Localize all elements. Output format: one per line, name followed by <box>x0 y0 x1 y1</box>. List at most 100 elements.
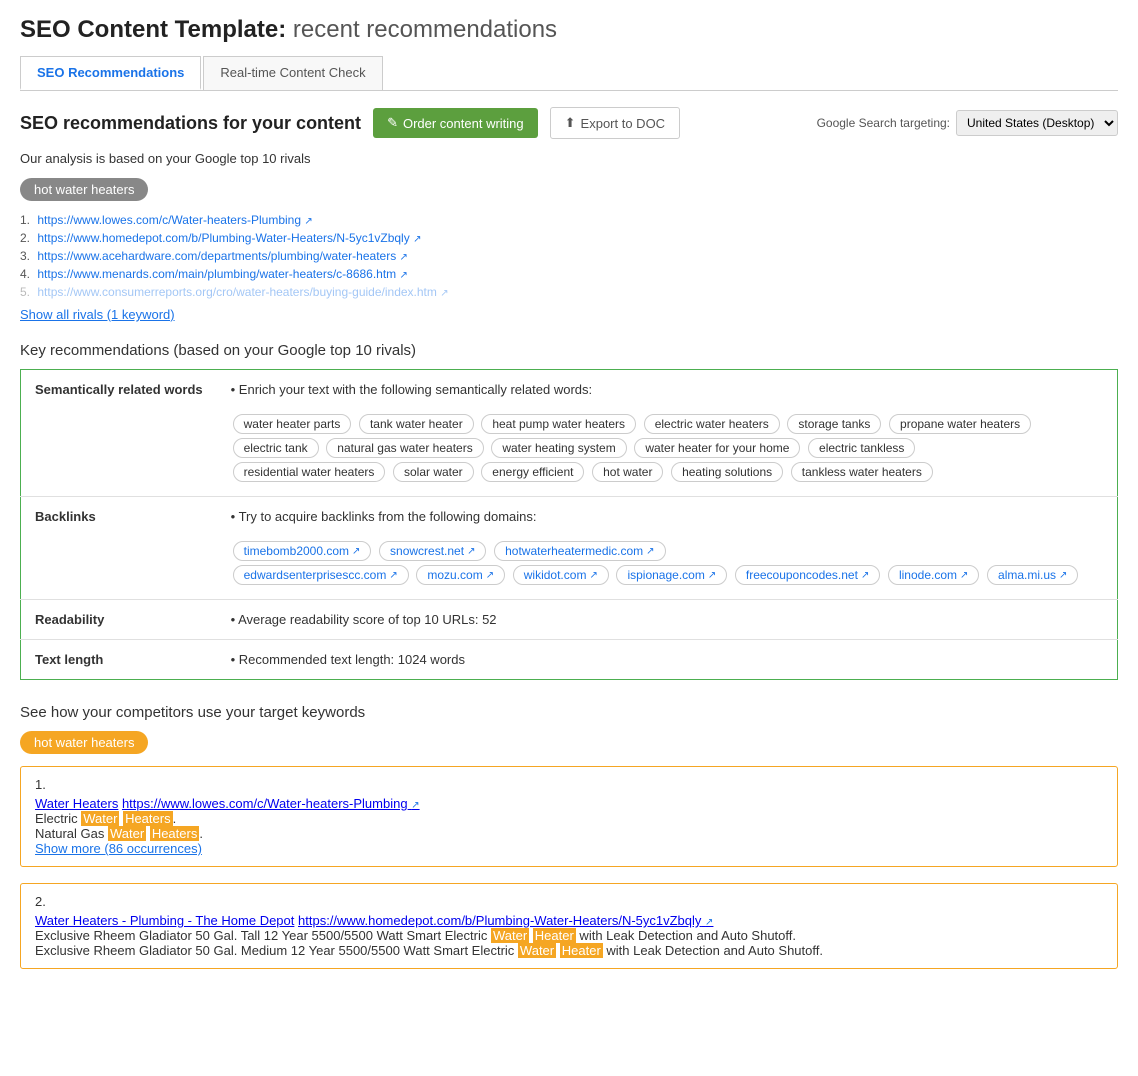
external-link-icon: ↗ <box>400 252 408 263</box>
highlight: Water <box>81 811 119 826</box>
bullet-textlength: • Recommended text length: 1024 words <box>231 652 465 667</box>
tag: tank water heater <box>359 414 474 434</box>
competitor-url-1[interactable]: https://www.lowes.com/c/Water-heaters-Pl… <box>122 796 420 811</box>
external-link-icon: ↗ <box>413 234 421 245</box>
row-label-backlinks: Backlinks <box>21 497 217 600</box>
table-row-readability: Readability • Average readability score … <box>21 600 1118 640</box>
external-link-icon: ↗ <box>589 570 597 581</box>
key-recommendations-title: Key recommendations (based on your Googl… <box>20 342 1118 359</box>
google-targeting-select[interactable]: United States (Desktop) <box>956 110 1118 136</box>
highlight: Heaters <box>123 811 173 826</box>
competitor-url-2[interactable]: https://www.homedepot.com/b/Plumbing-Wat… <box>298 913 713 928</box>
tag: heat pump water heaters <box>481 414 636 434</box>
competitors-section: See how your competitors use your target… <box>20 704 1118 969</box>
tag: electric tankless <box>808 438 915 458</box>
domain-link[interactable]: timebomb2000.com ↗ <box>233 541 372 561</box>
tabs-container: SEO Recommendations Real-time Content Ch… <box>20 56 1118 91</box>
external-link-icon: ↗ <box>708 570 716 581</box>
row-label-semantically: Semantically related words <box>21 370 217 497</box>
recommendations-section: Key recommendations (based on your Googl… <box>20 342 1118 680</box>
tag: electric water heaters <box>644 414 780 434</box>
tab-seo-recommendations[interactable]: SEO Recommendations <box>20 56 201 90</box>
external-link-icon: ↗ <box>352 546 360 557</box>
tag: solar water <box>393 462 474 482</box>
external-link-icon: ↗ <box>1059 570 1067 581</box>
rival-num: 3. <box>20 249 30 263</box>
export-to-doc-button[interactable]: ⬆ Export to DOC <box>550 107 680 139</box>
tab-realtime-check[interactable]: Real-time Content Check <box>203 56 382 90</box>
highlight: Heaters <box>150 826 200 841</box>
bullet-backlinks: • Try to acquire backlinks from the foll… <box>231 509 537 524</box>
external-link-icon: ↗ <box>646 546 654 557</box>
highlight: Heater <box>560 943 603 958</box>
rival-link[interactable]: https://www.menards.com/main/plumbing/wa… <box>37 267 396 281</box>
competitor-title-2[interactable]: Water Heaters - Plumbing - The Home Depo… <box>35 913 294 928</box>
tag: storage tanks <box>787 414 881 434</box>
rival-item: 2. https://www.homedepot.com/b/Plumbing-… <box>20 231 1118 245</box>
page-title: SEO Content Template: recent recommendat… <box>20 16 1118 44</box>
recommendations-table: Semantically related words • Enrich your… <box>20 369 1118 680</box>
external-link-icon: ↗ <box>400 270 408 281</box>
rival-item: 1. https://www.lowes.com/c/Water-heaters… <box>20 213 1118 227</box>
domain-link[interactable]: hotwaterheatermedic.com ↗ <box>494 541 665 561</box>
domain-link[interactable]: linode.com ↗ <box>888 565 979 585</box>
tag: propane water heaters <box>889 414 1031 434</box>
show-more-link-1[interactable]: Show more (86 occurrences) <box>35 841 202 856</box>
table-row-backlinks: Backlinks • Try to acquire backlinks fro… <box>21 497 1118 600</box>
external-link-icon: ↗ <box>486 570 494 581</box>
order-content-writing-button[interactable]: ✎ Order content writing <box>373 108 538 138</box>
external-link-icon: ↗ <box>960 570 968 581</box>
google-targeting: Google Search targeting: United States (… <box>817 110 1118 136</box>
external-link-icon: ↗ <box>389 570 397 581</box>
competitor-item-2: 2. Water Heaters - Plumbing - The Home D… <box>21 884 1117 968</box>
highlight: Water <box>491 928 529 943</box>
competitor-content-2: Exclusive Rheem Gladiator 50 Gal. Tall 1… <box>35 928 1103 958</box>
domain-link[interactable]: ispionage.com ↗ <box>616 565 727 585</box>
bullet-semantically: • Enrich your text with the following se… <box>231 382 593 397</box>
keyword-badge: hot water heaters <box>20 178 148 201</box>
external-link-icon: ↗ <box>411 800 419 811</box>
section-header: SEO recommendations for your content ✎ O… <box>20 107 1118 139</box>
competitor-snippet: Natural Gas Water Heaters. <box>35 826 1103 841</box>
competitor-box-1: 1. Water Heaters https://www.lowes.com/c… <box>20 766 1118 867</box>
domain-link[interactable]: mozu.com ↗ <box>416 565 505 585</box>
tag: heating solutions <box>671 462 783 482</box>
competitor-content-1: Electric Water Heaters. Natural Gas Wate… <box>35 811 1103 856</box>
row-content-textlength: • Recommended text length: 1024 words <box>217 640 1118 680</box>
competitor-title-1[interactable]: Water Heaters <box>35 796 118 811</box>
row-content-readability: • Average readability score of top 10 UR… <box>217 600 1118 640</box>
domain-link[interactable]: freecouponcodes.net ↗ <box>735 565 880 585</box>
google-targeting-label: Google Search targeting: <box>817 116 950 130</box>
table-row-textlength: Text length • Recommended text length: 1… <box>21 640 1118 680</box>
export-icon: ⬆ <box>565 115 576 131</box>
tag: energy efficient <box>481 462 584 482</box>
competitor-snippet: Exclusive Rheem Gladiator 50 Gal. Medium… <box>35 943 1103 958</box>
domain-link[interactable]: edwardsenterprisescc.com ↗ <box>233 565 409 585</box>
rival-link[interactable]: https://www.consumerreports.org/cro/wate… <box>37 285 437 299</box>
tag: tankless water heaters <box>791 462 933 482</box>
competitor-num-2: 2. <box>35 894 1103 909</box>
edit-icon: ✎ <box>387 115 398 131</box>
highlight: Heater <box>533 928 576 943</box>
tag: residential water heaters <box>233 462 386 482</box>
row-content-backlinks: • Try to acquire backlinks from the foll… <box>217 497 1118 600</box>
external-link-icon: ↗ <box>440 288 448 299</box>
external-link-icon: ↗ <box>467 546 475 557</box>
external-link-icon: ↗ <box>304 216 312 227</box>
domain-link[interactable]: wikidot.com ↗ <box>513 565 609 585</box>
competitor-box-2: 2. Water Heaters - Plumbing - The Home D… <box>20 883 1118 969</box>
highlight: Water <box>108 826 146 841</box>
highlight: Water <box>518 943 556 958</box>
row-content-semantically: • Enrich your text with the following se… <box>217 370 1118 497</box>
analysis-note: Our analysis is based on your Google top… <box>20 151 1118 166</box>
rival-item: 5. https://www.consumerreports.org/cro/w… <box>20 285 1118 299</box>
show-all-rivals-link[interactable]: Show all rivals (1 keyword) <box>20 307 175 322</box>
rival-link[interactable]: https://www.homedepot.com/b/Plumbing-Wat… <box>37 231 409 245</box>
table-row-semantically: Semantically related words • Enrich your… <box>21 370 1118 497</box>
competitor-item-1: 1. Water Heaters https://www.lowes.com/c… <box>21 767 1117 866</box>
domain-link[interactable]: snowcrest.net ↗ <box>379 541 486 561</box>
rival-link[interactable]: https://www.lowes.com/c/Water-heaters-Pl… <box>37 213 301 227</box>
domain-link[interactable]: alma.mi.us ↗ <box>987 565 1078 585</box>
rival-link[interactable]: https://www.acehardware.com/departments/… <box>37 249 396 263</box>
rival-item: 3. https://www.acehardware.com/departmen… <box>20 249 1118 263</box>
